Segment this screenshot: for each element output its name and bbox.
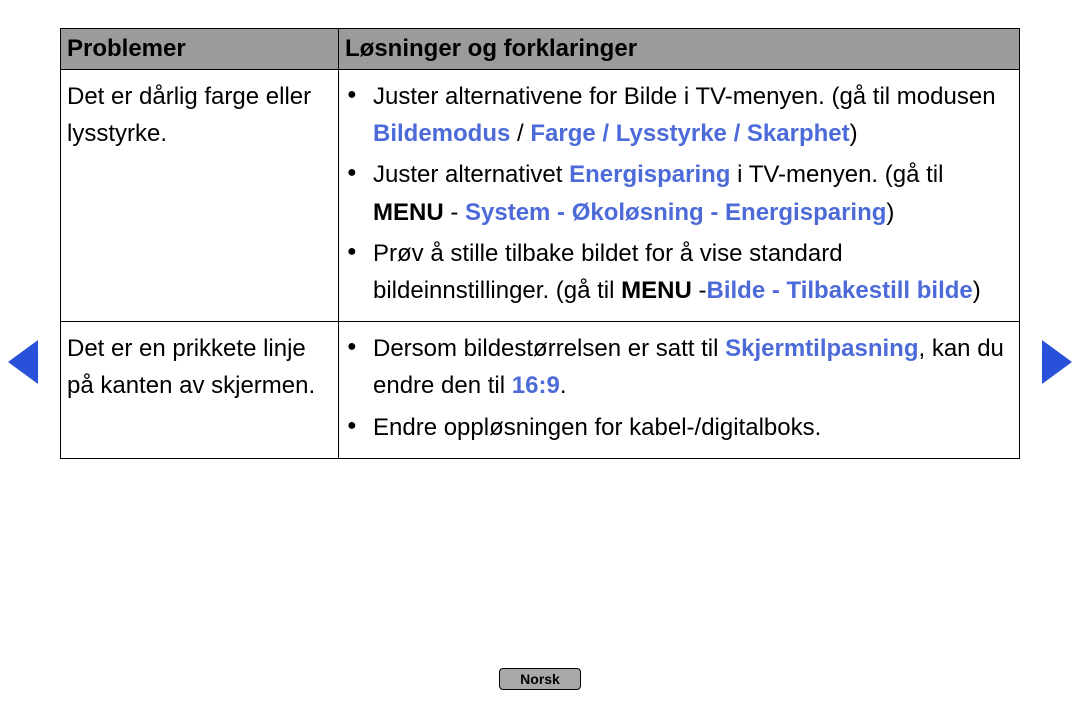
solution-cell: Dersom bildestørrelsen er satt til Skjer… [339,322,1020,459]
solution-item: Juster alternativene for Bilde i TV-meny… [345,78,1013,152]
problem-cell: Det er en prikkete linje på kanten av sk… [61,322,339,459]
header-problems: Problemer [61,29,339,70]
solution-item: Endre oppløsningen for kabel-/digitalbok… [345,409,1013,446]
solution-cell: Juster alternativene for Bilde i TV-meny… [339,70,1020,322]
prev-page-arrow[interactable] [8,340,38,384]
problem-cell: Det er dårlig farge eller lysstyrke. [61,70,339,322]
next-page-arrow[interactable] [1042,340,1072,384]
table-row: Det er en prikkete linje på kanten av sk… [61,322,1020,459]
solution-item: Prøv å stille tilbake bildet for å vise … [345,235,1013,309]
language-pill: Norsk [499,668,581,690]
header-solutions: Løsninger og forklaringer [339,29,1020,70]
troubleshooting-table: Problemer Løsninger og forklaringer Det … [60,28,1020,459]
solution-item: Juster alternativet Energisparing i TV-m… [345,156,1013,230]
solution-item: Dersom bildestørrelsen er satt til Skjer… [345,330,1013,404]
table-row: Det er dårlig farge eller lysstyrke.Just… [61,70,1020,322]
